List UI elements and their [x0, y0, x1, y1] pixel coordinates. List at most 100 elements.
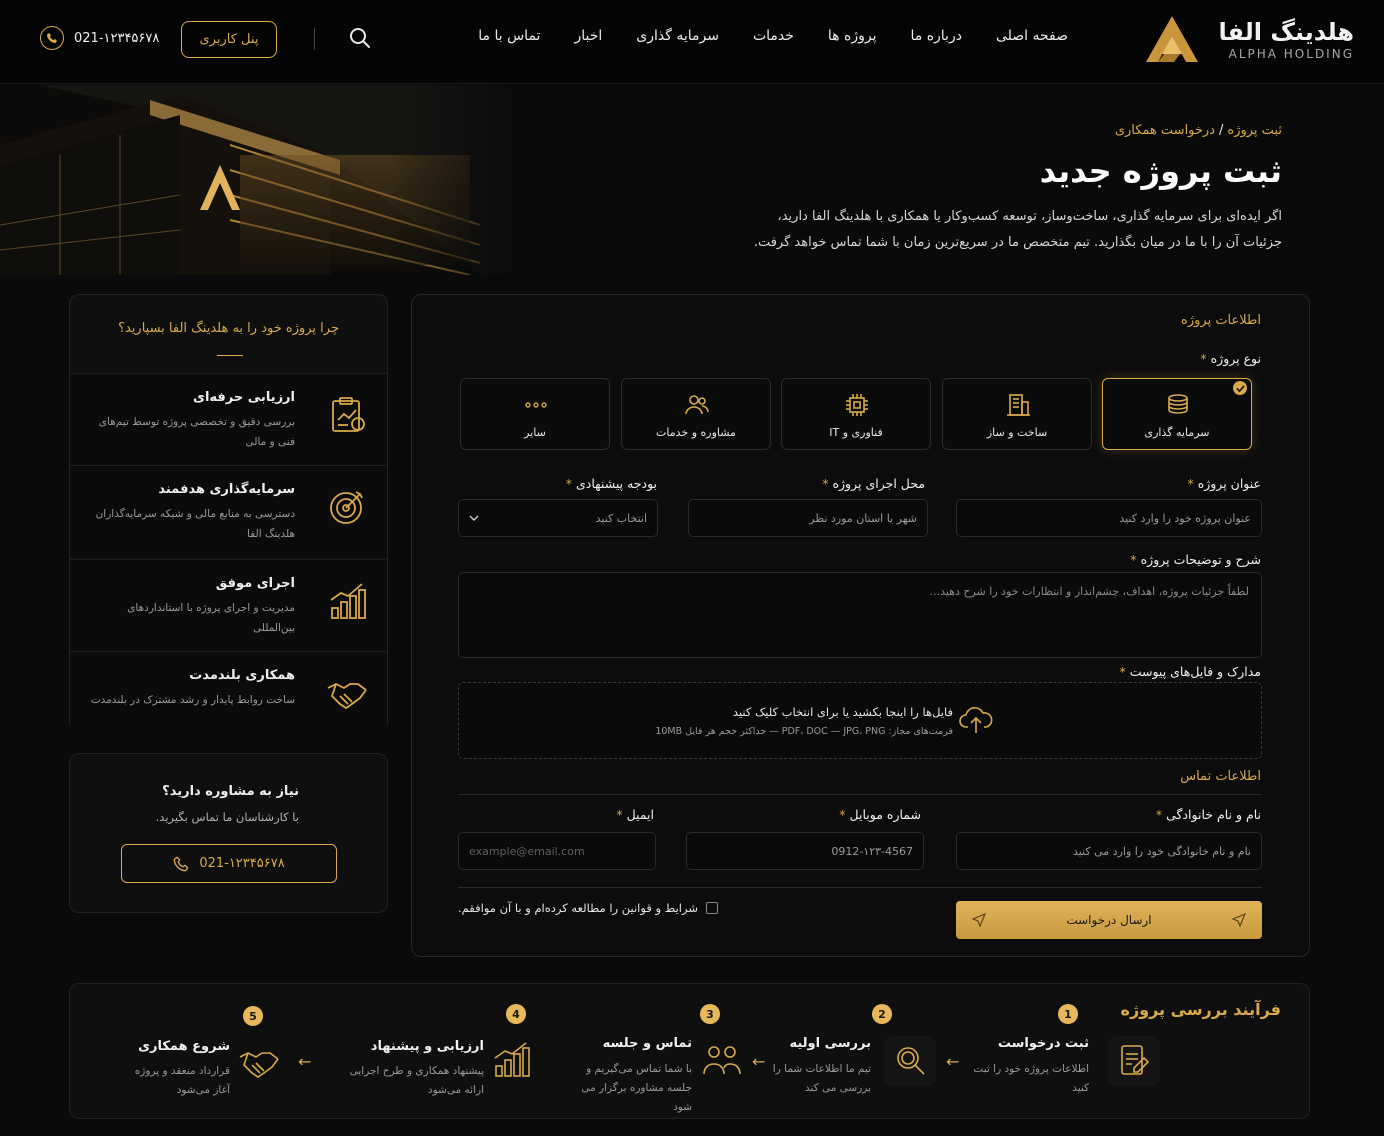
- project-type-consulting[interactable]: مشاوره و خدمات: [621, 378, 771, 450]
- header-phone-number: 021-۱۲۳۴۵۶۷۸: [74, 30, 160, 46]
- nav-investment[interactable]: سرمایه گذاری: [636, 28, 719, 44]
- coins-stack-icon: [1168, 394, 1188, 414]
- bar-growth-icon: [494, 1042, 530, 1077]
- alpha-logo-icon: [1146, 16, 1199, 62]
- users-icon: [685, 395, 709, 415]
- project-type-investment[interactable]: سرمایه گذاری: [1102, 378, 1252, 450]
- mobile-input[interactable]: 0912-۱۲۳-4567: [686, 832, 924, 870]
- arrow-left-icon: ←: [298, 1052, 312, 1071]
- step-desc: با شما تماس می‌گیریم و جلسه مشاوره برگزا…: [581, 1063, 692, 1113]
- terms-label: شرایط و قوانین را مطالعه کرده‌ام و با آن…: [458, 901, 698, 915]
- nav-services[interactable]: خدمات: [753, 28, 794, 44]
- step-number: 1: [1058, 1004, 1078, 1024]
- mobile-label: شماره موبایل *: [839, 807, 921, 822]
- feature-desc: مدیریت و اجرای پروژه با استانداردهای بین…: [127, 602, 295, 634]
- contact-info-title: اطلاعات تماس: [1180, 769, 1261, 784]
- call-consultant-button[interactable]: 021-۱۲۳۴۵۶۷۸: [121, 844, 337, 883]
- project-type-construction[interactable]: ساخت و ساز: [942, 378, 1092, 450]
- feature-desc: ساخت روابط پایدار و رشد مشترک در بلندمدت: [90, 694, 295, 706]
- header-phone[interactable]: 021-۱۲۳۴۵۶۷۸: [40, 26, 159, 50]
- project-info-title: اطلاعات پروژه: [1181, 313, 1261, 328]
- nav-news[interactable]: اخبار: [574, 28, 602, 44]
- email-input[interactable]: example@email.com: [458, 832, 656, 870]
- growth-chart-icon: [330, 583, 366, 619]
- step-title: ثبت درخواست: [997, 1036, 1089, 1051]
- project-title-input[interactable]: عنوان پروژه خود را وارد کنید: [956, 499, 1262, 537]
- dropzone-formats: فرمت‌های مجاز: PDF، DOC — JPG، PNG — حدا…: [655, 726, 953, 737]
- feature-desc: دسترسی به منابع مالی و شبکه سرمایه‌گذارا…: [95, 508, 295, 540]
- phone-icon: [173, 855, 189, 871]
- feature-desc: بررسی دقیق و تخصصی پروژه توسط تیم‌های فن…: [98, 416, 295, 448]
- page-description-line: جزئیات آن را با ما در میان بگذارید. تیم …: [753, 235, 1282, 250]
- hero-building-image: [0, 85, 520, 275]
- submit-label: ارسال درخواست: [1066, 913, 1152, 927]
- cloud-upload-icon: [959, 707, 993, 733]
- step-desc: تیم ما اطلاعات شما را بررسی می کند: [772, 1063, 871, 1094]
- breadcrumb-parent[interactable]: درخواست همکاری: [1115, 123, 1215, 138]
- checkmark-icon: [1233, 381, 1247, 395]
- step-title: تماس و جلسه: [602, 1036, 692, 1051]
- full-name-input[interactable]: نام و نام خانوادگی خود را وارد می کنید: [956, 832, 1262, 870]
- send-icon: [1232, 913, 1246, 927]
- consultation-phone: 021-۱۲۳۴۵۶۷۸: [199, 856, 285, 871]
- feature-item: ارزیابی حرفه‌ای بررسی دقیق و تخصصی پروژه…: [70, 373, 387, 465]
- page-description: اگر ایده‌ای برای سرمایه گذاری، ساخت‌وساز…: [602, 204, 1282, 256]
- title-underline: [217, 355, 243, 356]
- consultation-card: نیاز به مشاوره دارید؟ با کارشناسان ما تم…: [69, 753, 388, 913]
- budget-select[interactable]: انتخاب کنید: [458, 499, 658, 537]
- nav-about[interactable]: درباره ما: [910, 28, 961, 44]
- project-type-other[interactable]: سایر: [460, 378, 610, 450]
- nav-projects[interactable]: پروژه ها: [828, 28, 877, 44]
- search-icon[interactable]: [348, 26, 372, 50]
- step-desc: قرارداد منعقد و پروژه آغاز می‌شود: [134, 1065, 230, 1096]
- step-desc: اطلاعات پروژه خود را ثبت کنید: [973, 1063, 1089, 1094]
- nav-home[interactable]: صفحه اصلی: [996, 28, 1068, 44]
- clipboard-chart-icon: [332, 397, 365, 432]
- why-us-card: چرا پروژه خود را به هلدینگ الفا بسپارید؟…: [69, 294, 388, 733]
- project-form: اطلاعات پروژه نوع پروژه * سرمایه گذاری س…: [411, 294, 1310, 957]
- logo-text-en: ALPHA HOLDING: [1228, 47, 1354, 61]
- target-icon: [330, 491, 363, 524]
- budget-label: بودجه پیشنهادی *: [565, 476, 657, 491]
- project-type-it[interactable]: فناوری و IT: [781, 378, 931, 450]
- team-icon: [703, 1046, 741, 1075]
- consultation-title: نیاز به مشاوره دارید؟: [162, 784, 299, 799]
- step-title: بررسی اولیه: [789, 1036, 871, 1051]
- project-type-label: نوع پروژه *: [1200, 351, 1261, 366]
- attachments-label: مدارک و فایل‌های پیوست *: [1119, 664, 1261, 679]
- project-location-input[interactable]: شهر یا استان مورد نظر: [688, 499, 928, 537]
- file-dropzone[interactable]: فایل‌ها را اینجا بکشید یا برای انتخاب کل…: [458, 682, 1262, 759]
- budget-select-value: انتخاب کنید: [595, 511, 647, 525]
- send-icon: [972, 913, 986, 927]
- section-divider: [458, 887, 1262, 888]
- feature-title: اجرای موفق: [215, 576, 295, 591]
- chip-icon: [846, 394, 868, 416]
- project-type-label: سرمایه گذاری: [1144, 426, 1210, 439]
- logo[interactable]: هلدینگ الفا ALPHA HOLDING: [1144, 14, 1354, 64]
- consultation-subtitle: با کارشناسان ما تماس بگیرید.: [155, 810, 299, 824]
- project-type-label: فناوری و IT: [829, 426, 883, 439]
- project-type-label: سایر: [524, 426, 546, 439]
- building-icon: [1007, 394, 1030, 416]
- feature-item: اجرای موفق مدیریت و اجرای پروژه با استان…: [70, 559, 387, 651]
- terms-checkbox[interactable]: [705, 902, 718, 914]
- section-divider: [458, 794, 1262, 795]
- logo-text-fa: هلدینگ الفا: [1218, 18, 1354, 46]
- why-us-title: چرا پروژه خود را به هلدینگ الفا بسپارید؟: [118, 321, 339, 336]
- handshake-icon: [327, 682, 367, 710]
- form-edit-icon: [1121, 1045, 1150, 1075]
- user-panel-button[interactable]: پنل کاربری: [181, 21, 277, 58]
- terms-checkbox-row[interactable]: شرایط و قوانین را مطالعه کرده‌ام و با آن…: [458, 901, 718, 915]
- arrow-left-icon: ←: [946, 1052, 960, 1071]
- submit-request-button[interactable]: ارسال درخواست: [956, 901, 1262, 939]
- breadcrumb: ثبت پروژه/درخواست همکاری: [1114, 123, 1282, 138]
- feature-title: همکاری بلندمدت: [189, 668, 295, 683]
- nav-contact[interactable]: تماس با ما: [478, 28, 540, 44]
- arrow-left-icon: ←: [752, 1052, 766, 1071]
- step-number: 3: [700, 1004, 720, 1024]
- page-title: ثبت پروژه جدید: [1039, 152, 1282, 190]
- chevron-down-icon: [469, 515, 479, 521]
- breadcrumb-current: ثبت پروژه: [1227, 123, 1282, 138]
- project-description-textarea[interactable]: لطفاً جزئیات پروژه، اهداف، چشم‌انداز و ا…: [458, 572, 1262, 658]
- feature-title: سرمایه‌گذاری هدفمند: [158, 482, 295, 497]
